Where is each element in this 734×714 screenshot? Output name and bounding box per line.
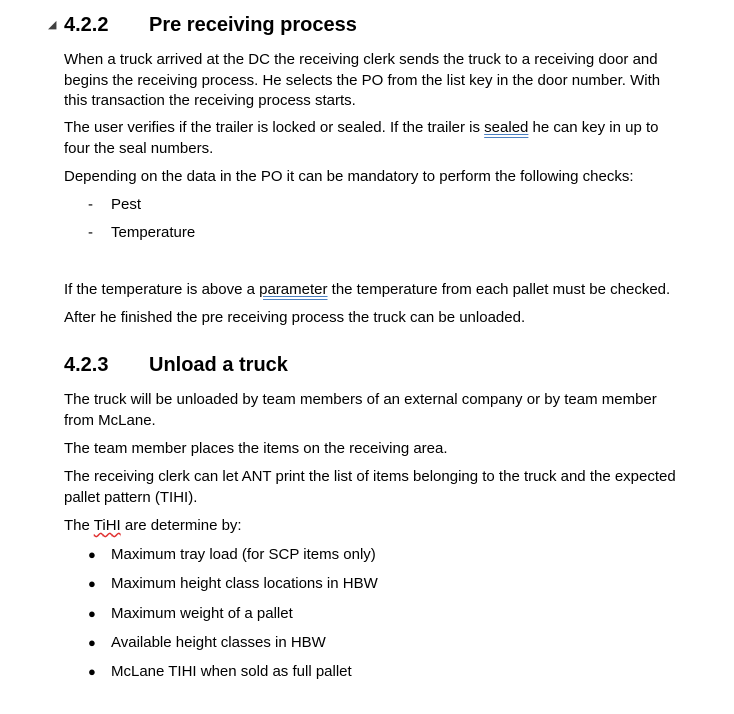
list-item: ● McLane TIHI when sold as full pallet bbox=[88, 662, 352, 682]
paragraph-line: When a truck arrived at the DC the recei… bbox=[64, 51, 658, 68]
dash-marker: - bbox=[88, 224, 93, 241]
paragraph: The truck will be unloaded by team membe… bbox=[64, 390, 684, 431]
list-item: ● Maximum height class locations in HBW bbox=[88, 574, 378, 594]
paragraph-line: The user verifies if the trailer is lock… bbox=[64, 118, 684, 139]
heading-title: Pre receiving process bbox=[149, 14, 357, 36]
list-item: ● Available height classes in HBW bbox=[88, 633, 326, 653]
paragraph-line: The TiHI are determine by: bbox=[64, 516, 684, 537]
list-item: - Temperature bbox=[88, 223, 195, 243]
grammar-flagged-word[interactable]: parameter bbox=[259, 281, 327, 298]
document-page: ◢ 4.2.2 Pre receiving process When a truc… bbox=[0, 0, 734, 714]
paragraph: After he finished the pre receiving proc… bbox=[64, 308, 684, 329]
grammar-flagged-word[interactable]: sealed bbox=[484, 119, 528, 136]
list-item: ● Maximum weight of a pallet bbox=[88, 604, 293, 624]
list-item: - Pest bbox=[88, 195, 141, 215]
collapse-heading-icon[interactable]: ◢ bbox=[48, 19, 56, 30]
paragraph: When a truck arrived at the DC the recei… bbox=[64, 50, 684, 112]
list-item-text: McLane TIHI when sold as full pallet bbox=[111, 663, 352, 680]
text-run: he can key in up to bbox=[528, 119, 659, 136]
paragraph: The receiving clerk can let ANT print th… bbox=[64, 467, 684, 508]
paragraph-line: The team member places the items on the … bbox=[64, 440, 448, 457]
spelling-flagged-word[interactable]: TiHI bbox=[94, 517, 121, 534]
paragraph-line: The truck will be unloaded by team membe… bbox=[64, 391, 657, 408]
list-item-text: Available height classes in HBW bbox=[111, 634, 326, 651]
heading-number: 4.2.2 bbox=[64, 14, 109, 36]
text-run: the temperature from each pallet must be… bbox=[327, 281, 671, 298]
paragraph: The team member places the items on the … bbox=[64, 439, 684, 460]
bullet-marker: ● bbox=[88, 547, 96, 562]
paragraph: If the temperature is above a parameter … bbox=[64, 280, 684, 301]
paragraph-line: The receiving clerk can let ANT print th… bbox=[64, 468, 676, 485]
paragraph-line: If the temperature is above a parameter … bbox=[64, 280, 684, 301]
section-heading-4-2-2: 4.2.2 Pre receiving process bbox=[64, 13, 357, 37]
list-item-text: Temperature bbox=[111, 224, 196, 241]
paragraph: Depending on the data in the PO it can b… bbox=[64, 167, 684, 188]
dash-marker: - bbox=[88, 196, 93, 213]
list-item-text: Maximum tray load (for SCP items only) bbox=[111, 546, 376, 563]
list-item: ● Maximum tray load (for SCP items only) bbox=[88, 545, 376, 565]
paragraph: The user verifies if the trailer is lock… bbox=[64, 118, 684, 159]
text-run: The bbox=[64, 517, 94, 534]
list-item-text: Maximum weight of a pallet bbox=[111, 605, 293, 622]
paragraph-line: pallet pattern (TIHI). bbox=[64, 488, 198, 506]
text-run: The user verifies if the trailer is lock… bbox=[64, 119, 485, 136]
text-run: If the temperature is above a bbox=[64, 281, 260, 298]
list-item-text: Pest bbox=[111, 196, 142, 213]
section-heading-4-2-3: 4.2.3 Unload a truck bbox=[64, 353, 288, 377]
paragraph-line: After he finished the pre receiving proc… bbox=[64, 309, 526, 326]
heading-title: Unload a truck bbox=[149, 354, 288, 376]
bullet-marker: ● bbox=[88, 635, 96, 650]
bullet-marker: ● bbox=[88, 606, 96, 621]
text-run: are determine by: bbox=[120, 517, 242, 534]
heading-number: 4.2.3 bbox=[64, 354, 109, 376]
paragraph-line: four the seal numbers. bbox=[64, 139, 214, 157]
paragraph-line: begins the receiving process. He selects… bbox=[64, 71, 661, 89]
bullet-marker: ● bbox=[88, 576, 96, 591]
paragraph-line: this transaction the receiving process s… bbox=[64, 92, 356, 109]
paragraph: The TiHI are determine by: bbox=[64, 516, 684, 537]
paragraph-line: from McLane. bbox=[64, 411, 156, 429]
bullet-marker: ● bbox=[88, 664, 96, 679]
list-item-text: Maximum height class locations in HBW bbox=[111, 575, 378, 592]
paragraph-line: Depending on the data in the PO it can b… bbox=[64, 168, 634, 185]
